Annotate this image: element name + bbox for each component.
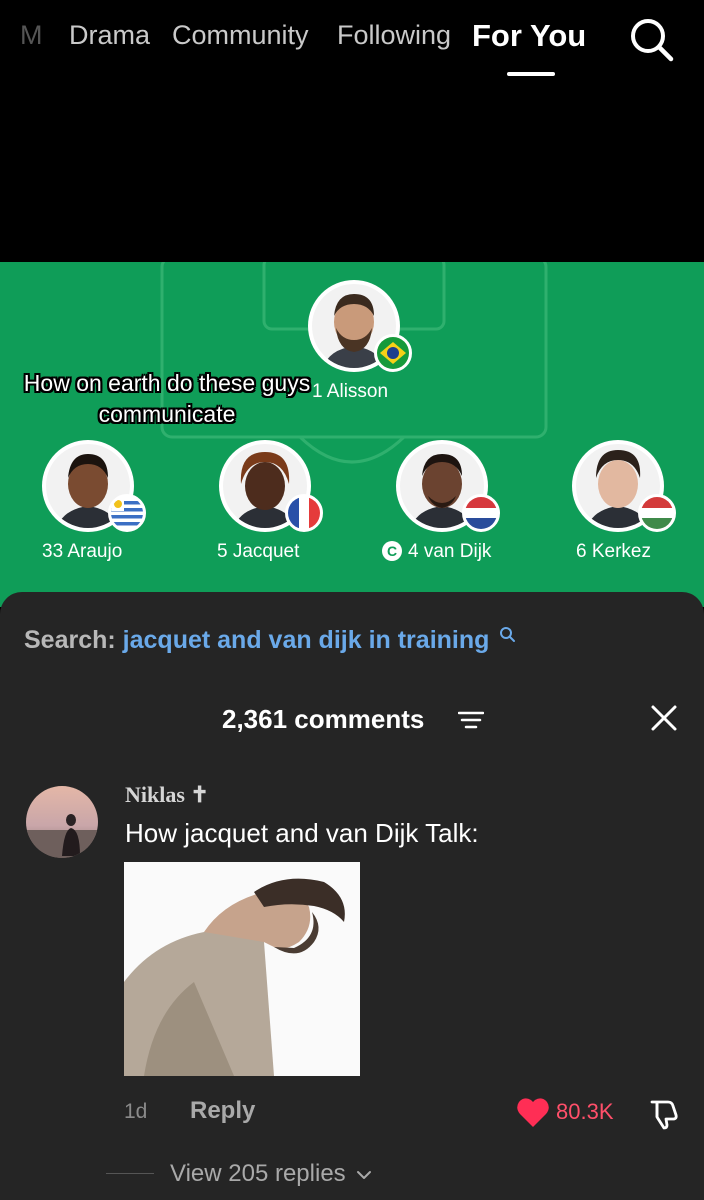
- replies-divider: [106, 1173, 154, 1174]
- search-suggestion[interactable]: Search: jacquet and van dijk in training: [24, 626, 516, 655]
- search-query-link[interactable]: jacquet and van dijk in training: [123, 626, 490, 654]
- player-name-van-dijk: C 4 van Dijk: [382, 541, 491, 563]
- flag-france-icon: [285, 494, 323, 532]
- commenter-avatar[interactable]: [26, 786, 98, 858]
- chevron-down-icon: [357, 1171, 372, 1179]
- comments-panel: Search: jacquet and van dijk in training…: [0, 592, 704, 1200]
- meme-caption: How on earth do these guys communicate: [23, 370, 311, 427]
- player-avatar-jacquet[interactable]: [219, 440, 323, 532]
- player-avatar-alisson[interactable]: [308, 280, 412, 372]
- view-replies-button[interactable]: View 205 replies: [170, 1160, 372, 1188]
- captain-badge-icon: C: [382, 541, 402, 561]
- player-name-kerkez: 6 Kerkez: [576, 541, 651, 562]
- commenter-username[interactable]: Niklas ✝: [125, 782, 209, 808]
- comment-timestamp: 1d: [124, 1100, 148, 1123]
- search-icon: [631, 19, 674, 62]
- player-name-alisson: 1 Alisson: [312, 381, 389, 402]
- flag-hungary-icon: [638, 494, 676, 532]
- tab-community[interactable]: Community: [172, 20, 309, 51]
- player-name-text: 4 van Dijk: [408, 541, 492, 562]
- player-avatar-kerkez[interactable]: [572, 440, 676, 532]
- heart-icon[interactable]: [516, 1096, 550, 1130]
- flag-uruguay-icon: [108, 494, 146, 532]
- comments-count: 2,361 comments: [222, 704, 425, 734]
- flag-brazil-icon: [374, 334, 412, 372]
- tab-drama[interactable]: Drama: [69, 20, 150, 51]
- like-count: 80.3K: [556, 1099, 614, 1124]
- tab-m[interactable]: M: [20, 20, 43, 51]
- avatar-image: [26, 786, 98, 858]
- flag-netherlands-icon: [462, 494, 500, 532]
- meme-photo: [124, 862, 360, 1076]
- comment-text: How jacquet and van Dijk Talk:: [125, 818, 479, 848]
- lineup-graphic: How on earth do these guys communicate 1…: [0, 262, 704, 607]
- reply-button[interactable]: Reply: [190, 1097, 255, 1125]
- tab-for-you[interactable]: For You: [472, 18, 586, 54]
- comment-image[interactable]: [124, 862, 360, 1076]
- thumbs-down-icon[interactable]: [646, 1096, 680, 1130]
- tab-following[interactable]: Following: [337, 20, 451, 51]
- player-name-jacquet: 5 Jacquet: [217, 541, 300, 562]
- active-tab-indicator: [507, 72, 555, 76]
- player-name-araujo: 33 Araujo: [42, 541, 123, 562]
- top-navigation: M Drama Community Following For You: [0, 0, 704, 262]
- player-avatar-araujo[interactable]: [42, 440, 146, 532]
- sort-icon[interactable]: [458, 710, 484, 730]
- close-icon[interactable]: [650, 704, 678, 732]
- player-avatar-van-dijk[interactable]: [396, 440, 500, 532]
- view-replies-label: View 205 replies: [170, 1160, 346, 1187]
- search-icon: [500, 627, 516, 642]
- search-button[interactable]: [626, 14, 676, 64]
- search-label: Search:: [24, 626, 116, 654]
